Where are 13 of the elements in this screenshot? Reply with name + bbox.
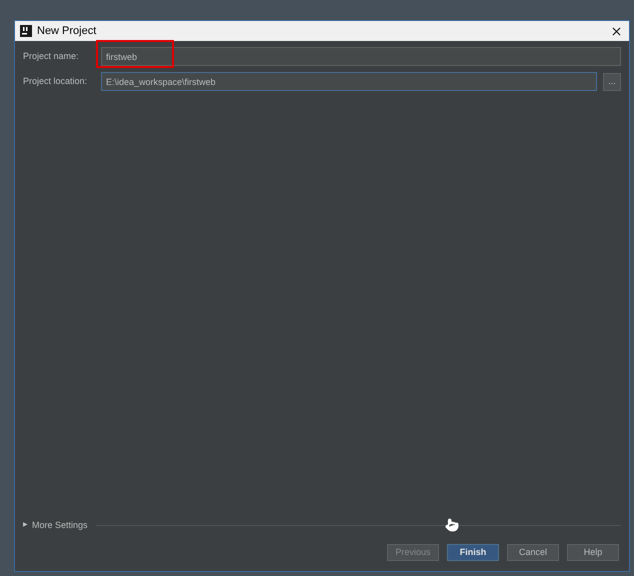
dialog-button[interactable]: Help (567, 544, 619, 561)
dialog-button[interactable]: Finish (447, 544, 499, 561)
more-settings-label[interactable]: More Settings (32, 518, 88, 532)
field-label: Project location: (23, 74, 88, 88)
field-label: Project name: (23, 50, 80, 63)
text-field[interactable]: E:\idea_workspace\firstweb (101, 72, 597, 91)
app-icon (20, 25, 32, 37)
browse-button[interactable]: ... (603, 72, 621, 90)
close-icon (610, 24, 622, 38)
window-title: New Project (37, 24, 98, 39)
hand-cursor-icon (445, 518, 459, 532)
dialog-button[interactable]: Cancel (507, 544, 559, 561)
text-field[interactable]: firstweb (101, 47, 621, 66)
